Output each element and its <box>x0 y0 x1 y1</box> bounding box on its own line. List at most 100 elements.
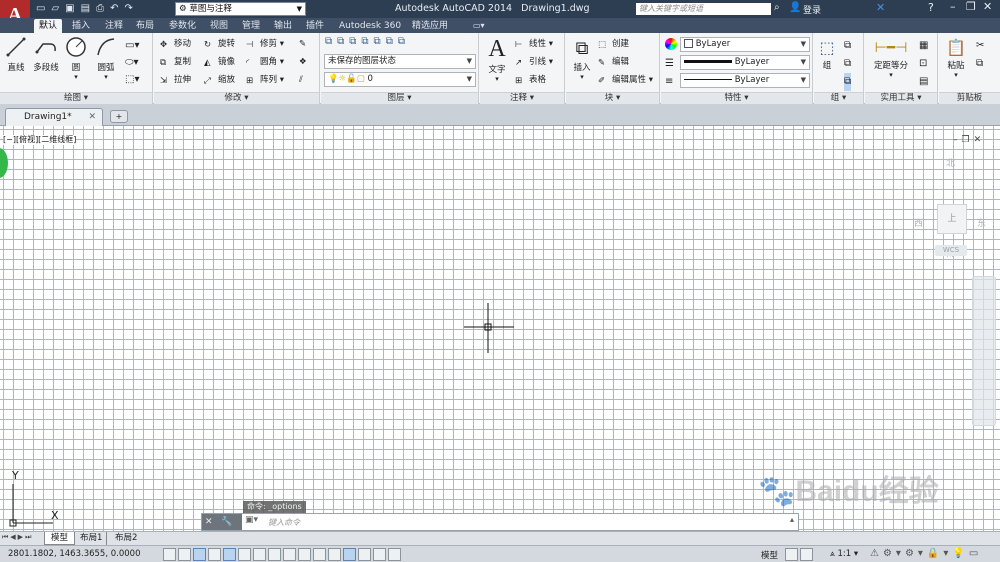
viewport-controls[interactable]: [−][俯视][二维线框] <box>3 135 77 145</box>
new-icon[interactable]: ▭ <box>36 3 51 14</box>
boundary-icon[interactable]: ⬚▾ <box>125 71 139 88</box>
tab-parametric[interactable]: 参数化 <box>164 19 201 33</box>
edit-attr-button[interactable]: ✐ 编辑属性 ▾ <box>598 73 653 87</box>
quick-view-drawings[interactable] <box>800 548 813 561</box>
tab-default[interactable]: 默认 <box>34 19 63 33</box>
array-button[interactable]: ⊞ 阵列 ▾ <box>246 73 284 87</box>
new-tab-button[interactable]: + <box>110 110 128 123</box>
tab-layout2[interactable]: 布局2 <box>111 532 141 545</box>
trim-button[interactable]: ⊣ 修剪 ▾ <box>246 37 284 51</box>
search-input[interactable]: 键入关键字或短语 <box>636 3 771 15</box>
polyline-button[interactable]: 多段线 <box>31 36 61 73</box>
move-button[interactable]: ✥ 移动 <box>160 37 191 51</box>
qp-toggle[interactable] <box>343 548 356 561</box>
arc-button[interactable]: 圆弧 ▾ <box>92 36 120 81</box>
user-icon[interactable]: 👤 <box>789 2 801 13</box>
viewport-window-controls[interactable]: –❐✕ <box>953 135 985 145</box>
workspace-dropdown[interactable]: ⚙ 草图与注释 ▼ <box>175 2 306 16</box>
command-input[interactable]: 键入命令 <box>268 517 300 528</box>
command-line-controls[interactable]: ✕ 🔧 <box>202 514 242 530</box>
close-tab-icon[interactable]: ✕ <box>88 109 96 125</box>
ortho-toggle[interactable] <box>208 548 221 561</box>
quick-view-layouts[interactable] <box>785 548 798 561</box>
fillet-button[interactable]: ◜ 圆角 ▾ <box>246 55 284 69</box>
rectangle-icon[interactable]: ▭▾ <box>125 37 139 54</box>
viewcube-top-face[interactable]: 上 <box>937 204 967 234</box>
close-button[interactable]: ✕ <box>983 0 992 13</box>
am-toggle[interactable] <box>373 548 386 561</box>
ribbon-options-icon[interactable]: ▭▾ <box>468 19 490 33</box>
properties-panel-title[interactable]: 特性 ▾ <box>661 92 812 104</box>
dyn-toggle[interactable] <box>298 548 311 561</box>
layout-nav-arrows[interactable]: ⏮◀▶⏭ <box>2 533 33 542</box>
restore-button[interactable]: ❐ <box>966 0 976 13</box>
text-button[interactable]: A 文字 ▾ <box>483 35 511 83</box>
exchange-icon[interactable]: ✕ <box>876 1 885 14</box>
lwt-toggle[interactable] <box>313 548 326 561</box>
infer-constraints-toggle[interactable] <box>163 548 176 561</box>
rotate-button[interactable]: ↻ 旋转 <box>204 37 235 51</box>
tpy-toggle[interactable] <box>328 548 341 561</box>
annotation-scale[interactable]: ⩓ 1:1 ▾ <box>830 549 858 559</box>
tab-layout[interactable]: 布局 <box>131 19 159 33</box>
linear-dim-button[interactable]: ⊢ 线性 ▾ <box>515 37 553 51</box>
layer-tools-row[interactable]: ⧉⧉⧉⧉⧉⧉⧉ <box>325 36 410 47</box>
tab-model[interactable]: 模型 <box>44 532 76 545</box>
tab-insert[interactable]: 插入 <box>67 19 95 33</box>
selection-cycling-toggle[interactable] <box>388 548 401 561</box>
block-panel-title[interactable]: 块 ▾ <box>566 92 659 104</box>
tab-layout1[interactable]: 布局1 <box>76 532 108 545</box>
color-dropdown[interactable]: ByLayer ▼ <box>680 37 810 52</box>
layer-state-dropdown[interactable]: 未保存的图层状态 ▼ <box>324 54 476 69</box>
linetype-dropdown[interactable]: ByLayer ▼ <box>680 73 810 88</box>
help-icon[interactable]: ? <box>928 1 934 14</box>
tab-featured-apps[interactable]: 精选应用 <box>407 19 453 33</box>
layer-panel-title[interactable]: 图层 ▾ <box>321 92 478 104</box>
document-tab-drawing1[interactable]: Drawing1* ✕ <box>5 108 103 126</box>
copy-button[interactable]: ⧉ 复制 <box>160 55 191 69</box>
edit-block-button[interactable]: ✎ 编辑 <box>598 55 629 69</box>
command-line[interactable]: ✕ 🔧 ▣▾ 键入命令 ▴ <box>201 513 799 531</box>
minimize-button[interactable]: – <box>950 0 956 13</box>
tab-manage[interactable]: 管理 <box>237 19 265 33</box>
paste-button[interactable]: 📋 粘贴 ▾ <box>942 37 970 79</box>
osnap-toggle[interactable] <box>238 548 251 561</box>
tab-a360[interactable]: Autodesk 360 <box>334 19 406 33</box>
tab-annotate[interactable]: 注释 <box>100 19 128 33</box>
layer-dropdown[interactable]: 💡☼🔓▢ 0 ▼ <box>324 72 476 87</box>
tab-output[interactable]: 输出 <box>269 19 297 33</box>
explode-icon[interactable]: ❖ <box>299 55 307 69</box>
draw-panel-title[interactable]: 绘图 ▾ <box>0 92 152 104</box>
drawing-canvas[interactable]: [−][俯视][二维线框] –❐✕ 北 西 东 上 南 WCS Y X 命令: … <box>0 126 1000 531</box>
viewcube-north[interactable]: 北 <box>946 156 955 169</box>
annotation-panel-title[interactable]: 注释 ▾ <box>480 92 564 104</box>
open-icon[interactable]: ▱ <box>51 3 65 14</box>
coordinates-readout[interactable]: 2801.1802, 1463.3655, 0.0000 <box>8 549 140 559</box>
3d-osnap-toggle[interactable] <box>253 548 266 561</box>
command-expand-icon[interactable]: ▴ <box>790 515 794 524</box>
line-button[interactable]: 直线 <box>2 36 30 73</box>
polar-toggle[interactable] <box>223 548 236 561</box>
status-tray-icons[interactable]: ⚠⚙▾⚙▾🔒▾💡▭ <box>870 548 982 559</box>
snap-toggle[interactable] <box>178 548 191 561</box>
erase-icon[interactable]: ✎ <box>299 37 306 51</box>
ducs-toggle[interactable] <box>283 548 296 561</box>
wcs-menu[interactable]: WCS <box>935 245 967 256</box>
leader-button[interactable]: ↗ 引线 ▾ <box>515 55 553 69</box>
hatch-icon[interactable]: ⬭▾ <box>125 54 139 71</box>
undo-icon[interactable]: ↶ <box>110 3 124 14</box>
tab-view[interactable]: 视图 <box>205 19 233 33</box>
viewcube-east[interactable]: 东 <box>977 216 986 229</box>
table-button[interactable]: ⊞ 表格 <box>515 73 546 87</box>
measure-button[interactable]: ⊢━⊣ 定距等分 ▾ <box>867 37 915 79</box>
otrack-toggle[interactable] <box>268 548 281 561</box>
search-icon[interactable]: ⌕ <box>774 2 780 13</box>
saveas-icon[interactable]: ▤ <box>81 3 96 14</box>
group-panel-title[interactable]: 组 ▾ <box>814 92 863 104</box>
insert-block-button[interactable]: ⧉ 插入 ▾ <box>568 37 596 81</box>
tab-plugins[interactable]: 插件 <box>301 19 329 33</box>
group-button[interactable]: ⬚ 组 <box>816 37 838 71</box>
navigation-bar[interactable] <box>972 276 996 426</box>
group-tools-column[interactable]: ⧉ ⧉ ⧉ <box>844 37 852 91</box>
save-icon[interactable]: ▣ <box>65 3 80 14</box>
